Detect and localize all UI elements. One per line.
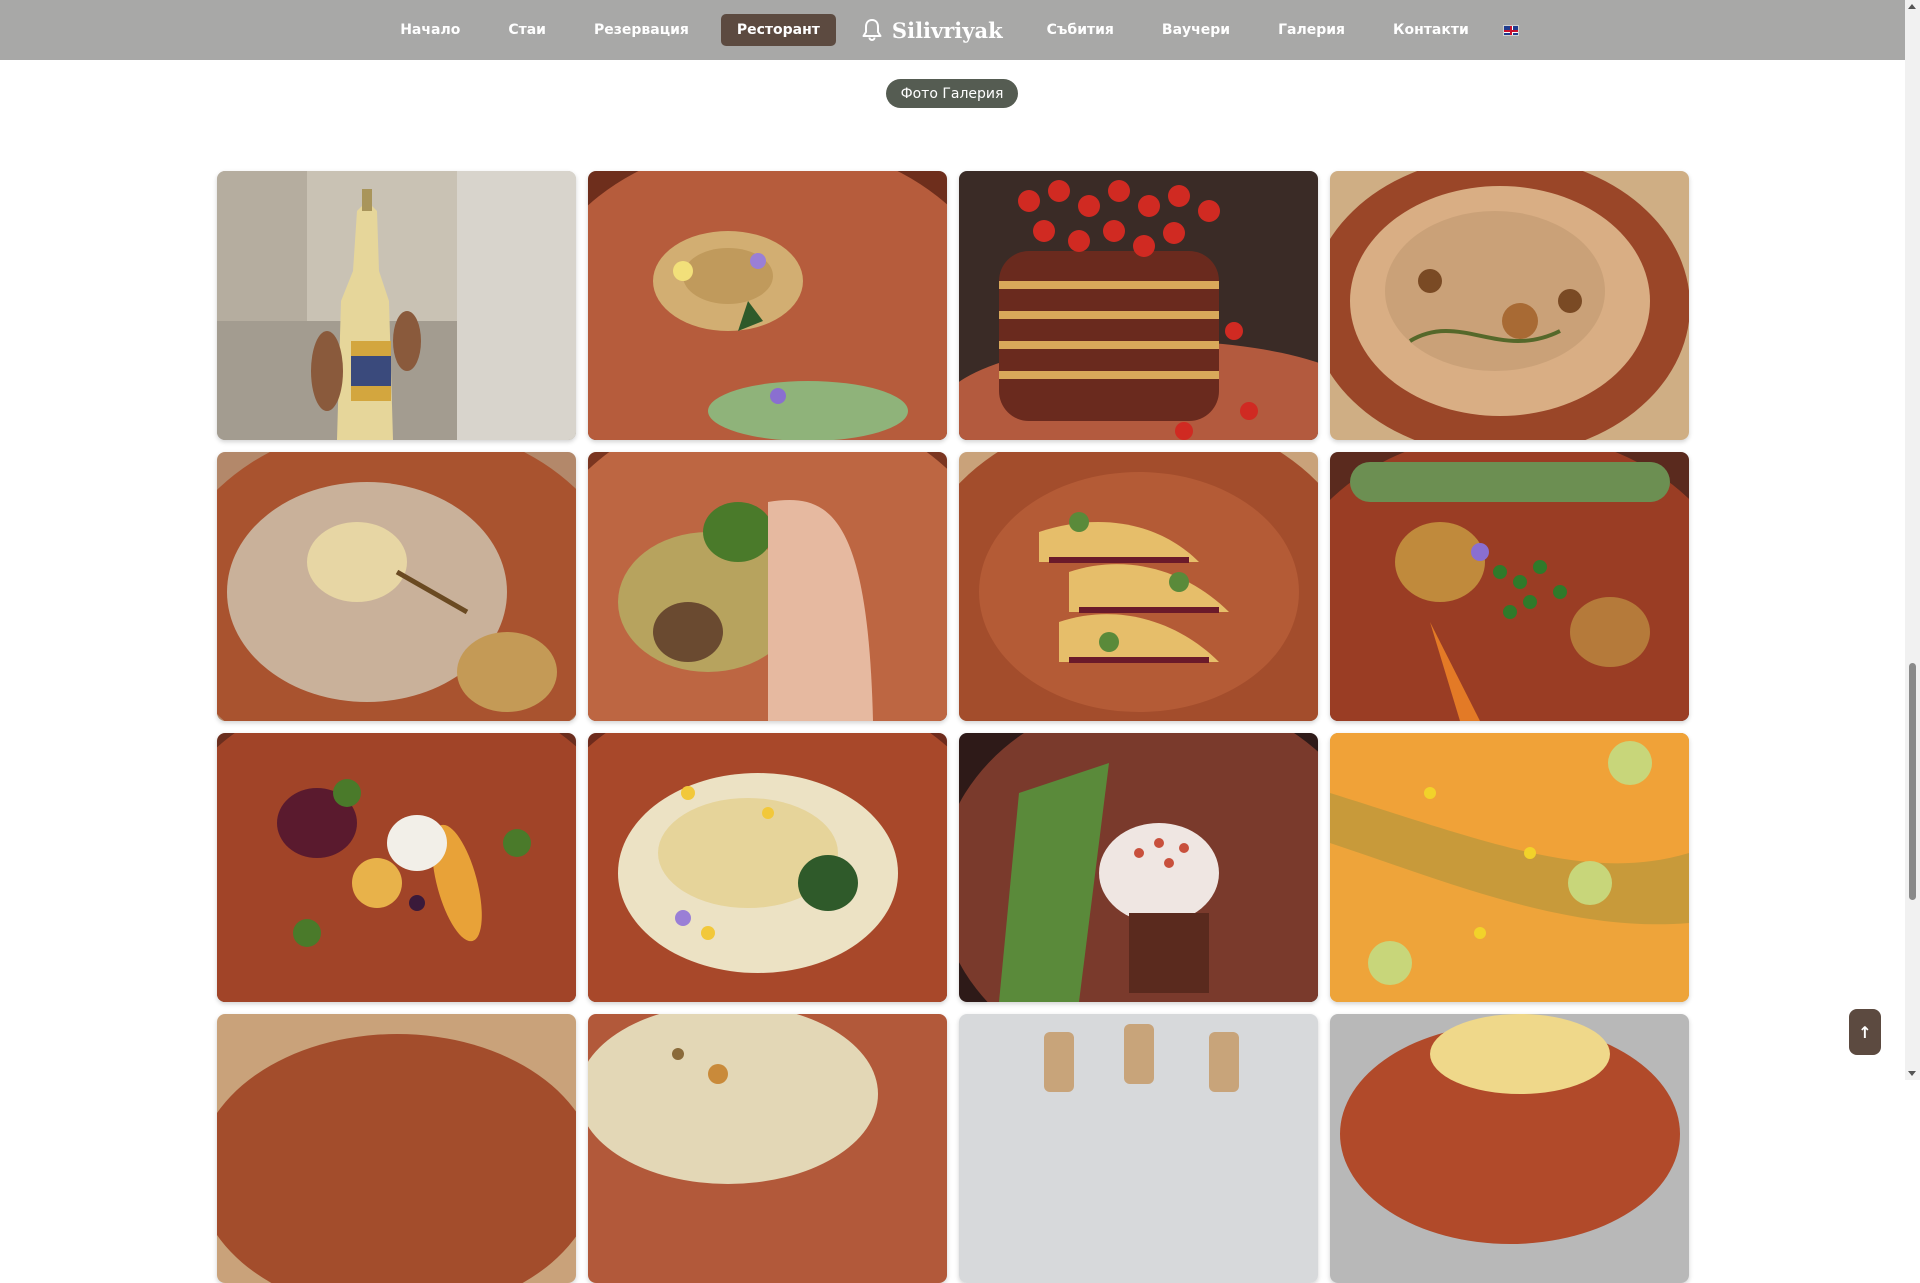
photo-poached-pear-grains[interactable] — [217, 452, 576, 721]
scroll-down-icon[interactable] — [1908, 1071, 1916, 1076]
brand-logo[interactable]: Silivriyak — [860, 18, 1003, 43]
photo-plated-dish[interactable] — [1330, 1014, 1689, 1283]
page-scrollbar[interactable] — [1905, 0, 1920, 1080]
photo-wine-bottle[interactable] — [217, 171, 576, 440]
gallery-badge: Фото Галерия — [886, 79, 1018, 108]
nav-item-events[interactable]: Събития — [1031, 14, 1130, 46]
photo-orange-plate[interactable] — [217, 1014, 576, 1283]
photo-beetroot-salad[interactable] — [217, 733, 576, 1002]
photo-plated-dessert-flowers[interactable] — [588, 171, 947, 440]
photo-flatbread[interactable] — [588, 1014, 947, 1283]
photo-crepes-jam[interactable] — [959, 452, 1318, 721]
photo-trout-fillet[interactable] — [588, 452, 947, 721]
nav-item-contacts[interactable]: Контакти — [1377, 14, 1485, 46]
photo-dessert-ice-cream[interactable] — [959, 733, 1318, 1002]
photo-pancake-stack-strawberries[interactable] — [959, 171, 1318, 440]
nav-item-home[interactable]: Начало — [384, 14, 476, 46]
nav-item-rooms[interactable]: Стаи — [492, 14, 562, 46]
nav-item-restaurant[interactable]: Ресторант — [720, 14, 836, 46]
scrollbar-thumb[interactable] — [1909, 663, 1916, 900]
brand-name: Silivriyak — [891, 17, 1003, 43]
photo-grilled-vegetables-peas[interactable] — [1330, 452, 1689, 721]
nav-inner: Начало Стаи Резервация Ресторант Silivri… — [376, 14, 1519, 46]
back-to-top-button[interactable]: ↑ — [1849, 1009, 1881, 1055]
nav-item-vouchers[interactable]: Ваучери — [1146, 14, 1246, 46]
top-navigation: Начало Стаи Резервация Ресторант Silivri… — [0, 0, 1905, 60]
bell-icon — [862, 19, 882, 41]
nav-item-gallery[interactable]: Галерия — [1262, 14, 1361, 46]
photo-soup-bowl[interactable] — [1330, 171, 1689, 440]
photo-creamy-dish-flowers[interactable] — [588, 733, 947, 1002]
nav-item-reservation[interactable]: Резервация — [578, 14, 705, 46]
scroll-up-icon[interactable] — [1908, 4, 1916, 9]
photo-cork-stoppers[interactable] — [959, 1014, 1318, 1283]
uk-flag-icon[interactable] — [1502, 24, 1519, 36]
photo-melon-slices[interactable] — [1330, 733, 1689, 1002]
